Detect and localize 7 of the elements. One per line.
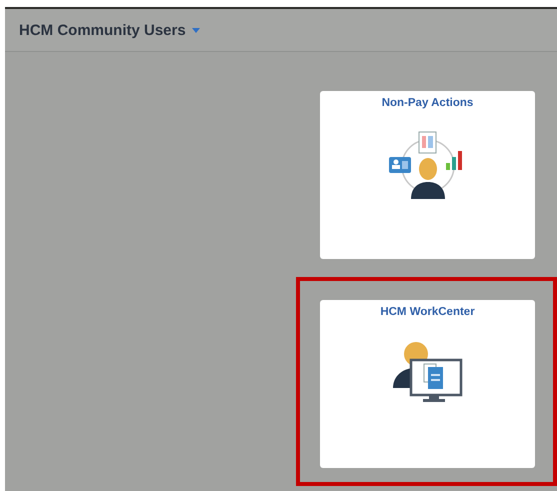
tile[interactable]: Non-Pay Actions — [320, 91, 535, 259]
tile[interactable]: HCM WorkCenter — [320, 300, 535, 468]
caret-icon[interactable] — [192, 28, 200, 32]
person-monitor-icon — [390, 340, 464, 404]
tile-title: HCM WorkCenter — [380, 306, 475, 318]
tile-title: Non-Pay Actions — [382, 97, 474, 109]
page-title: HCM Community Users — [19, 22, 186, 38]
